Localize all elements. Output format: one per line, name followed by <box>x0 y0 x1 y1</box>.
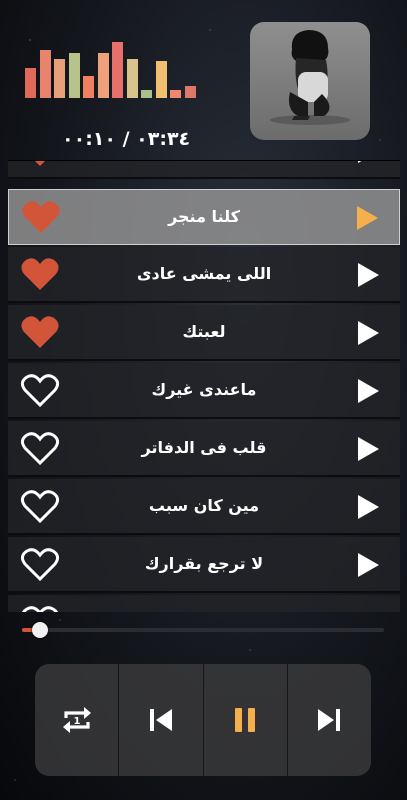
heart-outline-icon[interactable] <box>20 371 60 409</box>
playlist-row[interactable]: ماعندى غيرك <box>8 363 400 419</box>
play-icon[interactable] <box>356 160 380 164</box>
heart-outline-icon[interactable] <box>20 545 60 583</box>
play-icon[interactable] <box>356 552 380 578</box>
play-icon[interactable] <box>356 436 380 462</box>
play-icon[interactable] <box>356 320 380 346</box>
equalizer-bar <box>54 59 65 98</box>
equalizer-bar <box>170 90 181 98</box>
equalizer-bar <box>68 53 80 98</box>
heart-filled-icon[interactable] <box>21 198 61 236</box>
song-title: قلب فى الدفاتر <box>141 438 267 457</box>
pause-icon <box>235 708 256 732</box>
playlist[interactable]: كلنا منجر اللى يمشى عادى لعبتك ماعندى غي… <box>8 160 400 612</box>
heart-outline-icon[interactable] <box>20 487 60 525</box>
total-time: ٠٣:٣٤ <box>136 128 191 150</box>
song-title: كلنا منجر <box>168 207 240 226</box>
equalizer-bar <box>97 53 109 98</box>
heart-filled-icon[interactable] <box>20 255 60 293</box>
time-separator: / <box>116 128 137 150</box>
song-title: ماعندى غيرك <box>151 380 257 399</box>
heart-filled-icon[interactable] <box>20 313 60 351</box>
heart-outline-icon[interactable] <box>20 429 60 467</box>
play-icon-active[interactable] <box>355 205 379 231</box>
equalizer-bar <box>83 76 94 98</box>
next-button[interactable] <box>288 664 371 776</box>
sad-boy-illustration <box>270 30 350 125</box>
playlist-row[interactable]: لا ترجع بقرارك <box>8 537 400 593</box>
repeat-one-icon: 1 <box>62 707 91 733</box>
heart-filled-icon[interactable] <box>20 160 60 169</box>
song-title: لعبتك <box>182 322 226 341</box>
pause-button[interactable] <box>204 664 288 776</box>
skip-next-icon <box>318 709 341 731</box>
playback-controls: 1 <box>35 664 371 776</box>
equalizer-bar <box>126 59 138 98</box>
playlist-row[interactable]: كلنا منجر <box>8 189 400 245</box>
heart-outline-icon[interactable] <box>20 603 60 612</box>
song-title: لا ترجع بقرارك <box>144 554 264 573</box>
equalizer-bar <box>112 42 123 98</box>
seek-bar[interactable] <box>22 622 384 638</box>
svg-text:1: 1 <box>73 716 80 727</box>
play-icon[interactable] <box>356 494 380 520</box>
elapsed-time: ٠٠:١٠ <box>62 128 116 150</box>
album-art <box>250 22 370 140</box>
time-display: ٠٣:٣٤ / ٠٠:١٠ <box>62 128 190 150</box>
song-title: مين كان سبب <box>148 496 260 515</box>
play-icon[interactable] <box>356 378 380 404</box>
playlist-row-partial-bottom[interactable] <box>8 595 400 612</box>
playlist-row[interactable]: مين كان سبب <box>8 479 400 535</box>
seek-bar-thumb[interactable] <box>32 622 49 638</box>
previous-button[interactable] <box>119 664 204 776</box>
playlist-row[interactable]: قلب فى الدفاتر <box>8 421 400 477</box>
playlist-row[interactable]: لعبتك <box>8 305 400 361</box>
playlist-row-partial-top[interactable] <box>8 160 400 179</box>
equalizer-bar <box>25 68 36 98</box>
playlist-row[interactable]: اللى يمشى عادى <box>8 247 400 303</box>
skip-previous-icon <box>149 709 172 731</box>
equalizer-visualizer <box>25 40 196 98</box>
play-icon[interactable] <box>356 262 380 288</box>
song-title: اللى يمشى عادى <box>136 264 272 283</box>
equalizer-bar <box>184 86 196 98</box>
equalizer-bar <box>39 50 51 98</box>
repeat-one-button[interactable]: 1 <box>35 664 120 776</box>
equalizer-bar <box>155 61 167 98</box>
equalizer-bar <box>141 90 152 98</box>
